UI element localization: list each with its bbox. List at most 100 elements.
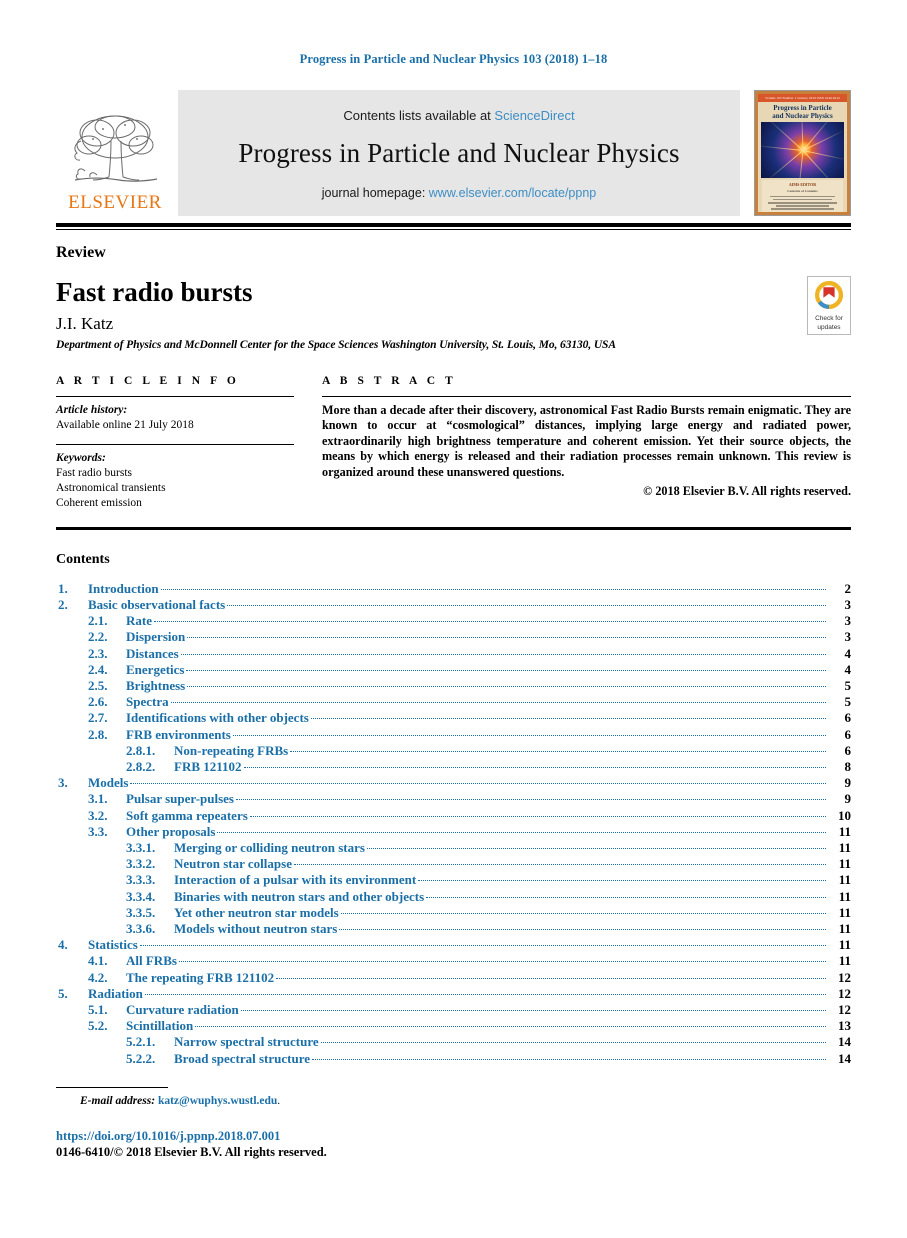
toc-leader [186,669,826,671]
toc-leader [243,766,826,768]
keyword-item: Astronomical transients [56,481,166,494]
toc-row[interactable]: 4. Statistics 11 [56,937,851,953]
toc-label[interactable]: Narrow spectral structure [174,1034,319,1050]
toc-row[interactable]: 5.2.2. Broad spectral structure 14 [56,1051,851,1067]
toc-label[interactable]: Binaries with neutron stars and other ob… [174,889,424,905]
toc-number: 2.6. [88,694,108,710]
crossmark-icon [815,281,843,313]
journal-homepage-link[interactable]: www.elsevier.com/locate/ppnp [429,186,596,200]
toc-row[interactable]: 3.3.2. Neutron star collapse 11 [56,856,851,872]
toc-number: 5.1. [88,1001,108,1017]
toc-number: 2.3. [88,645,108,661]
toc-row[interactable]: 5.2.1. Narrow spectral structure 14 [56,1034,851,1050]
toc-number: 3.3.6. [126,920,156,936]
toc-label[interactable]: Radiation [88,986,143,1002]
toc-number: 1. [58,580,68,596]
toc-leader [293,864,826,866]
toc-page-number: 11 [838,856,851,872]
toc-page-number: 12 [838,985,851,1001]
toc-label[interactable]: Models [88,775,128,791]
toc-label[interactable]: All FRBs [126,953,177,969]
toc-label[interactable]: Neutron star collapse [174,856,292,872]
toc-row[interactable]: 3.2. Soft gamma repeaters 10 [56,808,851,824]
toc-leader [312,1058,826,1060]
toc-label[interactable]: Identifications with other objects [126,710,309,726]
toc-row[interactable]: 4.1. All FRBs 11 [56,953,851,969]
toc-row[interactable]: 3.3. Other proposals 11 [56,824,851,840]
toc-row[interactable]: 2.8. FRB environments 6 [56,727,851,743]
toc-row[interactable]: 4.2. The repeating FRB 121102 12 [56,970,851,986]
toc-label[interactable]: Energetics [126,662,184,678]
toc-page-number: 8 [844,758,852,774]
toc-page-number: 4 [844,645,852,661]
toc-row[interactable]: 3.3.3. Interaction of a pulsar with its e… [56,872,851,888]
toc-row[interactable]: 3.3.5. Yet other neutron star models 11 [56,905,851,921]
toc-row[interactable]: 5. Radiation 12 [56,986,851,1002]
toc-leader [418,880,826,882]
toc-label[interactable]: Other proposals [126,824,215,840]
toc-leader [154,621,826,623]
email-label: E-mail address: [80,1095,156,1107]
toc-row[interactable]: 3.3.6. Models without neutron stars 11 [56,921,851,937]
toc-label[interactable]: Scintillation [126,1018,193,1034]
toc-label[interactable]: The repeating FRB 121102 [126,970,274,986]
toc-label[interactable]: Statistics [88,937,138,953]
toc-row[interactable]: 2. Basic observational facts 3 [56,597,851,613]
journal-title: Progress in Particle and Nuclear Physics [238,138,680,168]
toc-label[interactable]: Curvature radiation [126,1002,239,1018]
doi-link[interactable]: https://doi.org/10.1016/j.ppnp.2018.07.0… [56,1129,851,1144]
toc-row[interactable]: 3.3.4. Binaries with neutron stars and ot… [56,889,851,905]
toc-row[interactable]: 2.1. Rate 3 [56,613,851,629]
toc-row[interactable]: 2.4. Energetics 4 [56,662,851,678]
toc-label[interactable]: Pulsar super-pulses [126,791,234,807]
toc-label[interactable]: FRB 121102 [174,759,242,775]
banner-bottom-rule [56,223,851,227]
toc-number: 3.3.4. [126,888,156,904]
toc-label[interactable]: Models without neutron stars [174,921,337,937]
toc-number: 2.5. [88,677,108,693]
toc-number: 5.2.2. [126,1050,156,1066]
email-link[interactable]: katz@wuphys.wustl.edu [158,1095,277,1107]
toc-row[interactable]: 3.1. Pulsar super-pulses 9 [56,791,851,807]
email-line: E-mail address: katz@wuphys.wustl.edu. [56,1095,851,1107]
toc-row[interactable]: 3.3.1. Merging or colliding neutron stars… [56,840,851,856]
toc-label[interactable]: Rate [126,613,152,629]
toc-leader [290,750,826,752]
cover-body-subheading: Contents of Contents [787,189,818,193]
toc-leader [236,799,826,801]
toc-row[interactable]: 2.8.2. FRB 121102 8 [56,759,851,775]
toc-row[interactable]: 3. Models 9 [56,775,851,791]
contents-available-text: Contents lists available at [343,108,495,123]
sciencedirect-link[interactable]: ScienceDirect [494,108,574,123]
toc-row[interactable]: 2.3. Distances 4 [56,646,851,662]
toc-label[interactable]: Basic observational facts [88,597,225,613]
toc-page-number: 6 [844,726,852,742]
toc-label[interactable]: Dispersion [126,629,185,645]
toc-label[interactable]: FRB environments [126,727,231,743]
toc-label[interactable]: Distances [126,646,179,662]
toc-label[interactable]: Brightness [126,678,185,694]
toc-label[interactable]: Soft gamma repeaters [126,808,248,824]
toc-label[interactable]: Interaction of a pulsar with its environ… [174,872,416,888]
toc-leader [170,702,826,704]
toc-label[interactable]: Spectra [126,694,169,710]
crossmark-badge[interactable]: Check for updates [807,276,851,335]
toc-row[interactable]: 1. Introduction 2 [56,581,851,597]
toc-label[interactable]: Merging or colliding neutron stars [174,840,365,856]
toc-row[interactable]: 2.6. Spectra 5 [56,694,851,710]
toc-row[interactable]: 2.7. Identifications with other objects 6 [56,710,851,726]
toc-row[interactable]: 5.2. Scintillation 13 [56,1018,851,1034]
toc-label[interactable]: Introduction [88,581,159,597]
toc-label[interactable]: Yet other neutron star models [174,905,339,921]
toc-label[interactable]: Broad spectral structure [174,1051,310,1067]
toc-label[interactable]: Non-repeating FRBs [174,743,288,759]
toc-row[interactable]: 2.2. Dispersion 3 [56,629,851,645]
toc-row[interactable]: 5.1. Curvature radiation 12 [56,1002,851,1018]
info-abstract-section: A R T I C L E I N F O Article history: A… [56,375,851,511]
toc-leader [160,588,826,590]
toc-row[interactable]: 2.8.1. Non-repeating FRBs 6 [56,743,851,759]
abstract-rule [322,395,851,397]
toc-row[interactable]: 2.5. Brightness 5 [56,678,851,694]
contents-heading: Contents [56,551,110,567]
banner-bottom-rule-thin [56,229,851,230]
